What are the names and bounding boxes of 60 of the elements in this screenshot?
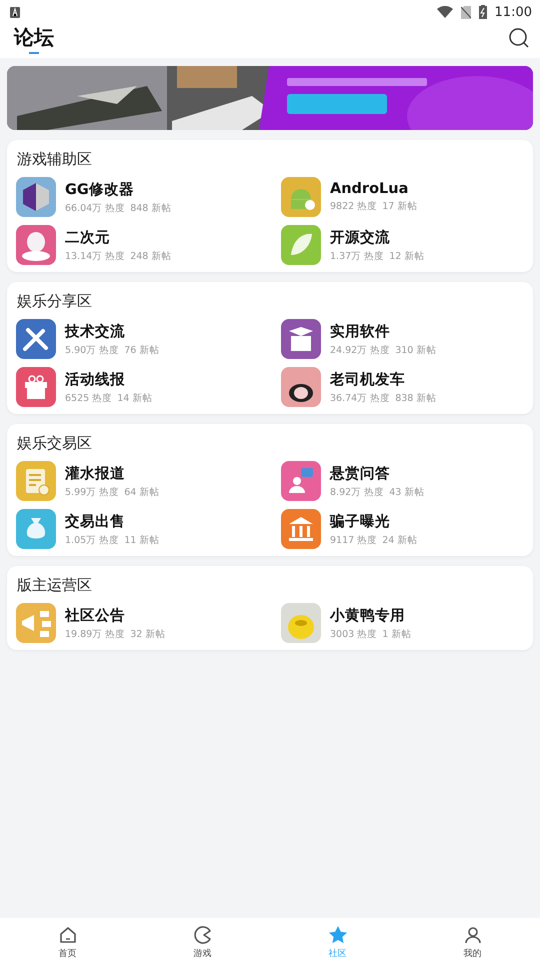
post-count: 14 新帖 [117, 392, 152, 404]
page-title: 论坛 [14, 24, 54, 50]
forum-name[interactable]: AndroLua [330, 181, 418, 197]
heat-count: 36.74万 热度 [330, 392, 390, 404]
post-count: 848 新帖 [130, 202, 172, 214]
heat-count: 3003 热度 [330, 628, 378, 640]
post-count: 310 新帖 [395, 344, 436, 356]
forum-name[interactable]: GG修改器 [65, 180, 172, 198]
forum-name[interactable]: 活动线报 [65, 370, 152, 388]
heat-count: 6525 热度 [65, 392, 112, 404]
heat-count: 1.37万 热度 [330, 250, 384, 262]
battery-icon [478, 5, 487, 19]
post-count: 24 新帖 [382, 534, 418, 546]
forum-name[interactable]: 二次元 [65, 228, 172, 246]
forum-name[interactable]: 技术交流 [65, 322, 160, 340]
heat-count: 8.92万 热度 [330, 486, 384, 498]
forum-name[interactable]: 灌水报道 [65, 464, 160, 482]
post-count: 76 新帖 [124, 344, 160, 356]
post-count: 32 新帖 [130, 628, 166, 640]
heat-count: 1.05万 热度 [65, 534, 120, 546]
forum-name[interactable]: 社区公告 [65, 606, 166, 624]
search-icon[interactable] [508, 27, 530, 49]
star-icon [328, 924, 348, 944]
heat-count: 13.14万 热度 [65, 250, 126, 262]
status-time: 11:00 [494, 4, 532, 20]
section-title: 版主运营区 [16, 576, 93, 595]
heat-count: 9822 热度 [330, 200, 378, 213]
wifi-icon [436, 6, 453, 18]
post-count: 12 新帖 [389, 250, 424, 262]
forum-name[interactable]: 开源交流 [330, 228, 424, 246]
forum-name[interactable]: 交易出售 [65, 512, 160, 530]
heat-count: 5.99万 热度 [65, 486, 120, 498]
home-icon [58, 924, 78, 944]
notification-icon [10, 6, 20, 18]
post-count: 248 新帖 [130, 250, 172, 262]
heat-count: 5.90万 热度 [65, 344, 120, 356]
forum-name[interactable]: 小黄鸭专用 [330, 606, 412, 624]
heat-count: 19.89万 热度 [65, 628, 126, 640]
forum-name[interactable]: 悬赏问答 [330, 464, 424, 482]
heat-count: 9117 热度 [330, 534, 378, 546]
nav-tab[interactable]: 我的 [405, 918, 540, 966]
post-count: 11 新帖 [124, 534, 160, 546]
post-count: 43 新帖 [389, 486, 424, 498]
post-count: 838 新帖 [395, 392, 436, 404]
post-count: 64 新帖 [124, 486, 160, 498]
heat-count: 24.92万 热度 [330, 344, 390, 356]
nav-tab[interactable]: 游戏 [135, 918, 270, 966]
user-icon [462, 924, 482, 944]
no-sim-icon [460, 6, 471, 18]
post-count: 17 新帖 [382, 200, 418, 213]
forum-name[interactable]: 骗子曝光 [330, 512, 418, 530]
post-count: 1 新帖 [382, 628, 412, 640]
forum-name[interactable]: 老司机发车 [330, 370, 436, 388]
section-title: 娱乐分享区 [16, 292, 93, 311]
section-title: 娱乐交易区 [16, 434, 93, 453]
section-title: 游戏辅助区 [16, 150, 93, 169]
heat-count: 66.04万 热度 [65, 202, 126, 214]
nav-tab[interactable]: 首页 [0, 918, 135, 966]
forum-name[interactable]: 实用软件 [330, 322, 436, 340]
pacman-icon [192, 924, 212, 944]
